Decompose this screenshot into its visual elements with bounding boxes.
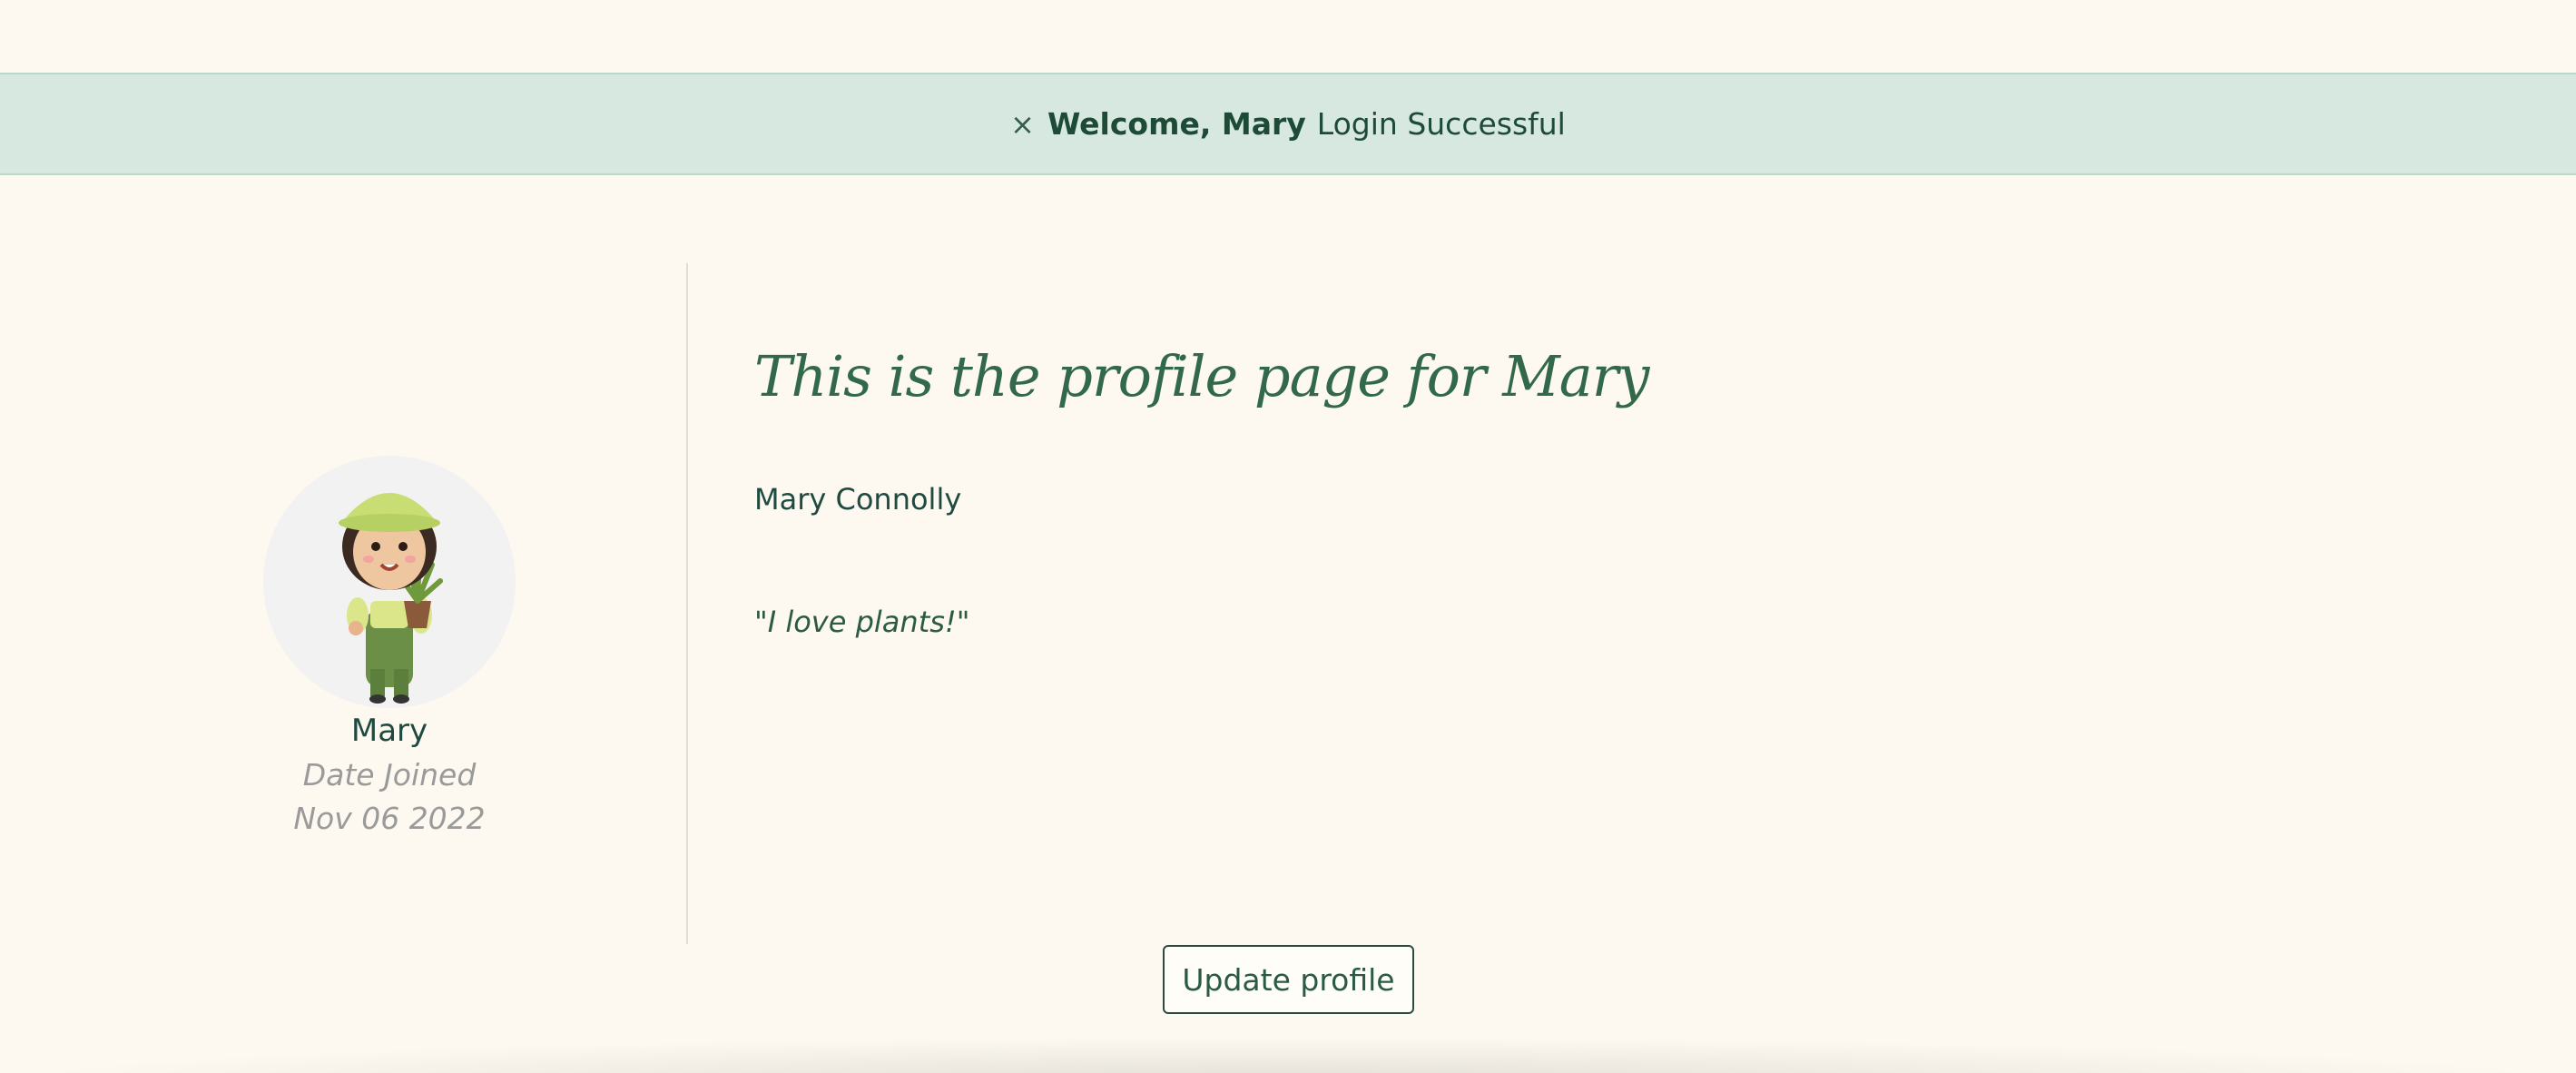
close-icon[interactable]: × — [1010, 107, 1035, 142]
profile-bio: "I love plants!" — [754, 605, 970, 639]
alert-welcome-text: Welcome, Mary — [1047, 106, 1306, 142]
gardener-avatar-icon — [263, 456, 516, 708]
alert-message: Login Successful — [1316, 106, 1566, 142]
profile-full-name: Mary Connolly — [754, 482, 962, 517]
profile-sidebar: Mary Date Joined Nov 06 2022 — [0, 263, 688, 944]
date-joined-label: Date Joined — [302, 757, 477, 792]
page-title: This is the profile page for Mary — [754, 343, 1649, 409]
page-bottom-shadow — [0, 1037, 2576, 1073]
date-joined-value: Nov 06 2022 — [293, 801, 486, 836]
update-profile-button[interactable]: Update profile — [1163, 945, 1414, 1014]
profile-username: Mary — [350, 713, 428, 749]
login-success-alert: × Welcome, Mary Login Successful — [0, 73, 2576, 175]
